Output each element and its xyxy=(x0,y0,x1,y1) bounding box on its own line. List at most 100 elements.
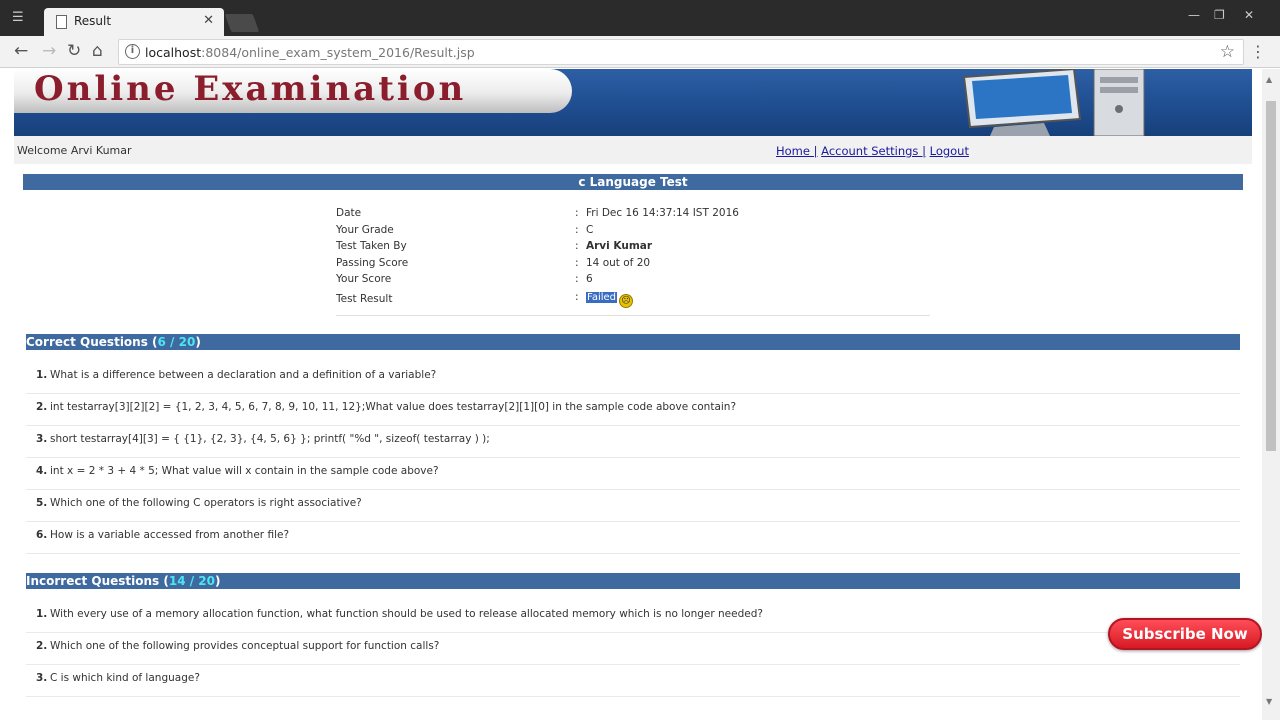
result-colon: : xyxy=(575,273,579,285)
result-row-date: Date : Fri Dec 16 14:37:14 IST 2016 xyxy=(336,205,930,222)
address-bar[interactable]: i localhost:8084/online_exam_system_2016… xyxy=(118,39,1244,65)
result-value: 6 xyxy=(586,273,593,285)
question-number: 6. xyxy=(36,529,48,541)
forward-icon[interactable]: → xyxy=(42,41,56,61)
question-text: How is a variable accessed from another … xyxy=(50,529,290,541)
result-value: Arvi Kumar xyxy=(586,240,653,252)
result-table: Date : Fri Dec 16 14:37:14 IST 2016 Your… xyxy=(336,205,930,308)
sad-face-icon: ☹ xyxy=(619,293,634,308)
info-icon[interactable]: i xyxy=(125,44,140,59)
account-settings-link[interactable]: Account Settings | xyxy=(821,144,926,158)
question-number: 2. xyxy=(36,640,48,652)
list-item: 6. How is a variable accessed from anothe… xyxy=(26,522,1240,554)
result-colon: : xyxy=(575,240,579,252)
page-icon xyxy=(56,15,67,29)
question-text: Which one of the following C operators i… xyxy=(50,497,362,509)
question-number: 3. xyxy=(36,672,48,684)
question-text: short testarray[4][3] = { {1}, {2, 3}, {… xyxy=(50,433,490,445)
result-label: Passing Score xyxy=(336,256,409,269)
divider xyxy=(336,315,930,316)
vertical-scrollbar[interactable]: ▲ ▼ xyxy=(1262,69,1280,720)
scroll-down-icon[interactable]: ▼ xyxy=(1266,697,1272,706)
result-value: 14 out of 20 xyxy=(586,256,651,269)
result-row-your-score: Your Score : 6 xyxy=(336,271,930,288)
question-text: Which one of the following provides conc… xyxy=(50,640,440,652)
correct-questions-header: Correct Questions (6 / 20) xyxy=(26,334,1240,350)
question-text: int x = 2 * 3 + 4 * 5; What value will x… xyxy=(50,465,439,477)
home-icon[interactable]: ⌂ xyxy=(92,41,103,61)
site-title: Online Examination xyxy=(34,69,467,109)
result-row-passing-score: Passing Score : 14 out of 20 xyxy=(336,255,930,272)
top-nav-links: Home | Account Settings | Logout xyxy=(776,144,969,158)
restore-icon[interactable]: ❐ xyxy=(1214,8,1225,22)
list-item: 3. short testarray[4][3] = { {1}, {2, 3},… xyxy=(26,426,1240,458)
logout-link[interactable]: Logout xyxy=(930,144,969,158)
result-label: Test Result xyxy=(336,292,393,305)
question-number: 2. xyxy=(36,401,48,413)
browser-tab[interactable]: Result ✕ xyxy=(44,8,224,36)
correct-count: 6 / 20 xyxy=(157,335,196,349)
question-text: C is which kind of language? xyxy=(50,672,200,684)
minimize-icon[interactable]: — xyxy=(1188,8,1200,22)
incognito-icon[interactable]: ☰ xyxy=(12,10,24,25)
browser-titlebar: ☰ Result ✕ — ❐ ✕ xyxy=(0,0,1280,36)
welcome-text: Welcome Arvi Kumar xyxy=(17,144,132,157)
banner-title-pill: Online Examination xyxy=(14,69,572,113)
browser-toolbar: ← → ↻ ⌂ i localhost:8084/online_exam_sys… xyxy=(0,36,1280,68)
back-icon[interactable]: ← xyxy=(14,41,28,61)
browser-menu-icon[interactable]: ⋮ xyxy=(1250,42,1266,61)
scrollbar-thumb[interactable] xyxy=(1266,101,1276,451)
correct-questions-list: 1. What is a difference between a declara… xyxy=(26,362,1240,554)
question-text: What is a difference between a declarati… xyxy=(50,369,437,381)
result-value: Failed ☹ xyxy=(586,291,634,308)
site-banner: Online Examination xyxy=(14,69,1252,136)
failed-status-badge: Failed xyxy=(586,291,618,303)
result-label: Your Score xyxy=(336,273,392,285)
list-item: 5. Which one of the following C operators… xyxy=(26,490,1240,522)
result-row-grade: Your Grade : C xyxy=(336,222,930,239)
incorrect-questions-header: Incorrect Questions (14 / 20) xyxy=(26,573,1240,589)
result-colon: : xyxy=(575,223,579,236)
result-colon: : xyxy=(575,290,579,303)
reload-icon[interactable]: ↻ xyxy=(67,41,81,61)
question-number: 3. xyxy=(36,433,48,445)
new-tab-button[interactable] xyxy=(224,14,260,32)
welcome-bar: Welcome Arvi Kumar Home | Account Settin… xyxy=(14,136,1252,164)
close-window-icon[interactable]: ✕ xyxy=(1244,8,1254,22)
list-item: 1. With every use of a memory allocation … xyxy=(26,601,1240,633)
result-label: Date xyxy=(336,207,362,219)
tab-close-icon[interactable]: ✕ xyxy=(203,13,214,28)
list-item: 4. int x = 2 * 3 + 4 * 5; What value will… xyxy=(26,458,1240,490)
question-number: 4. xyxy=(36,465,48,477)
question-number: 1. xyxy=(36,608,48,620)
section-close: ) xyxy=(214,574,221,588)
question-number: 5. xyxy=(36,497,48,509)
result-row-taken-by: Test Taken By : Arvi Kumar xyxy=(336,238,930,255)
test-title: c Language Test xyxy=(23,174,1243,190)
url-text[interactable]: localhost:8084/online_exam_system_2016/R… xyxy=(145,45,475,60)
list-item: 1. What is a difference between a declara… xyxy=(26,362,1240,394)
home-link[interactable]: Home | xyxy=(776,144,818,158)
list-item: 2. Which one of the following provides co… xyxy=(26,633,1240,665)
incorrect-questions-list: 1. With every use of a memory allocation … xyxy=(26,601,1240,697)
incorrect-count: 14 / 20 xyxy=(168,574,215,588)
page-content: Online Examination Welcome Arvi Kumar Ho… xyxy=(0,69,1262,720)
question-text: With every use of a memory allocation fu… xyxy=(50,608,763,620)
section-close: ) xyxy=(195,335,201,349)
bookmark-star-icon[interactable]: ☆ xyxy=(1220,42,1235,62)
result-colon: : xyxy=(575,256,579,269)
list-item: 3. C is which kind of language? xyxy=(26,665,1240,697)
question-text: int testarray[3][2][2] = {1, 2, 3, 4, 5,… xyxy=(50,401,737,413)
computer-icon xyxy=(962,69,1145,136)
list-item: 2. int testarray[3][2][2] = {1, 2, 3, 4, … xyxy=(26,394,1240,426)
result-colon: : xyxy=(575,207,579,219)
tab-title: Result xyxy=(74,14,112,28)
question-number: 1. xyxy=(36,369,48,381)
section-label: Incorrect Questions ( xyxy=(26,574,169,588)
result-value: C xyxy=(586,223,594,236)
result-label: Test Taken By xyxy=(336,240,407,252)
result-label: Your Grade xyxy=(336,223,394,236)
scroll-up-icon[interactable]: ▲ xyxy=(1266,75,1272,84)
subscribe-now-button[interactable]: Subscribe Now xyxy=(1108,618,1262,650)
result-row-test-result: Test Result : Failed ☹ xyxy=(336,288,930,308)
